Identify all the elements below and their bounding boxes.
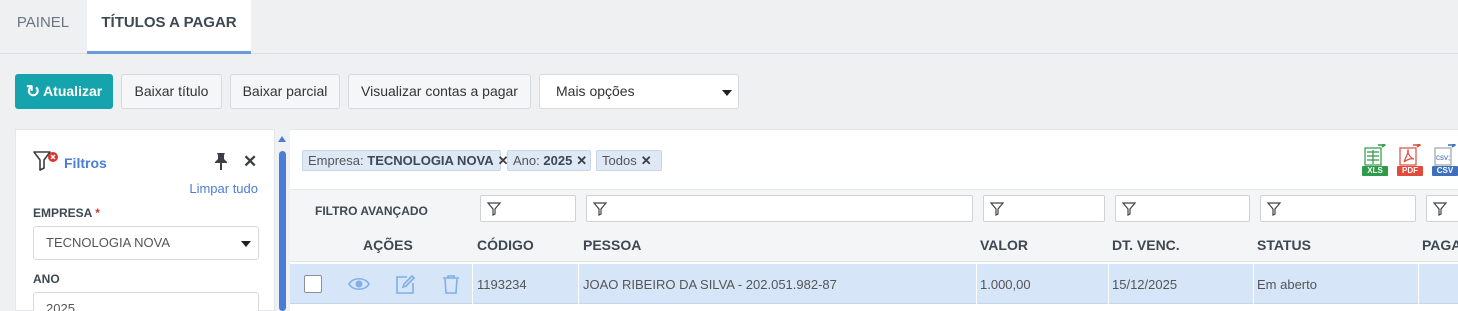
cell-pessoa: JOAO RIBEIRO DA SILVA - 202.051.982-87 (583, 277, 837, 292)
scroll-up-arrow-icon[interactable] (278, 136, 286, 142)
filter-icon (593, 202, 607, 216)
filter-icon (990, 202, 1004, 216)
empresa-label: EMPRESA * (33, 206, 100, 220)
refresh-button-label: Atualizar (43, 83, 103, 99)
export-csv-icon[interactable]: csv; CSV (1432, 142, 1458, 176)
filters-scrollbar[interactable] (276, 129, 289, 311)
ano-input[interactable]: 2025 (33, 292, 259, 311)
filter-codigo-input[interactable] (480, 195, 576, 222)
mais-opcoes-select[interactable]: Mais opções (539, 74, 739, 109)
column-header-pessoa[interactable]: PESSOA (583, 237, 641, 253)
advanced-filter-label: FILTRO AVANÇADO (315, 204, 428, 218)
edit-icon[interactable] (394, 274, 416, 294)
tab-painel[interactable]: PAINEL (0, 0, 86, 53)
cell-codigo: 1193234 (477, 277, 527, 292)
tab-bar: PAINEL TÍTULOS A PAGAR (0, 0, 1458, 54)
chip-remove-icon[interactable]: ✕ (576, 153, 591, 168)
visualizar-contas-button[interactable]: Visualizar contas a pagar (348, 74, 531, 109)
chip-empresa: Empresa: TECNOLOGIA NOVA ✕ (302, 150, 509, 171)
filter-vencimento-input[interactable] (1115, 195, 1250, 222)
ano-input-value: 2025 (46, 301, 75, 311)
chevron-down-icon (241, 241, 251, 247)
cell-status: Em aberto (1257, 277, 1317, 292)
table-header: AÇÕES CÓDIGO PESSOA VALOR DT. VENC. STAT… (290, 223, 1458, 262)
scroll-thumb[interactable] (279, 151, 286, 311)
column-header-vencimento[interactable]: DT. VENC. (1112, 237, 1180, 253)
filter-pagamento-input[interactable] (1426, 195, 1458, 222)
empresa-select-value: TECNOLOGIA NOVA (46, 235, 171, 250)
advanced-filter-row: FILTRO AVANÇADO (290, 189, 1458, 223)
filter-icon (1267, 202, 1281, 216)
tab-titulos-a-pagar[interactable]: TÍTULOS A PAGAR (87, 0, 251, 54)
refresh-button[interactable]: ↻ Atualizar (15, 74, 113, 109)
empresa-select[interactable]: TECNOLOGIA NOVA (33, 226, 259, 260)
close-icon[interactable]: ✕ (243, 153, 257, 170)
column-header-acoes[interactable]: AÇÕES (363, 237, 413, 253)
filter-icon (487, 202, 501, 216)
refresh-icon: ↻ (25, 82, 41, 101)
titles-grid: Empresa: TECNOLOGIA NOVA ✕ Ano: 2025 ✕ Tod… (290, 129, 1458, 311)
eye-icon[interactable] (348, 274, 370, 294)
filter-clear-icon[interactable] (33, 150, 59, 172)
column-header-status[interactable]: STATUS (1257, 237, 1311, 253)
mais-opcoes-value: Mais opções (556, 83, 635, 99)
row-select-checkbox[interactable] (304, 275, 322, 293)
filter-valor-input[interactable] (983, 195, 1105, 222)
svg-text:csv;: csv; (1436, 153, 1450, 162)
filter-pessoa-input[interactable] (586, 195, 973, 222)
ano-label: ANO (33, 272, 60, 286)
column-header-valor[interactable]: VALOR (980, 237, 1028, 253)
chevron-down-icon (722, 90, 732, 96)
column-header-codigo[interactable]: CÓDIGO (477, 237, 534, 253)
export-pdf-icon[interactable]: PDF (1397, 142, 1423, 176)
table-row[interactable]: 1193234 JOAO RIBEIRO DA SILVA - 202.051.… (290, 264, 1458, 304)
filter-icon (1122, 202, 1136, 216)
pin-icon[interactable] (213, 152, 229, 170)
export-xls-icon[interactable]: XLS (1362, 142, 1388, 176)
filter-status-input[interactable] (1260, 195, 1416, 222)
column-header-pagamento[interactable]: PAGA (1422, 237, 1458, 253)
cell-valor: 1.000,00 (980, 277, 1031, 292)
baixar-titulo-button[interactable]: Baixar título (121, 74, 222, 109)
baixar-parcial-button[interactable]: Baixar parcial (230, 74, 340, 109)
chip-remove-icon[interactable]: ✕ (641, 153, 656, 168)
clear-all-link[interactable]: Limpar tudo (189, 181, 258, 196)
filter-icon (1433, 202, 1447, 216)
cell-vencimento: 15/12/2025 (1112, 277, 1178, 292)
trash-icon[interactable] (440, 274, 462, 294)
filters-panel: Filtros ✕ Limpar tudo EMPRESA * TECNOLOG… (15, 129, 275, 311)
required-mark: * (95, 206, 100, 220)
chip-todos: Todos ✕ (596, 150, 662, 171)
filters-title: Filtros (64, 155, 107, 171)
chip-ano: Ano: 2025 ✕ (507, 150, 591, 171)
